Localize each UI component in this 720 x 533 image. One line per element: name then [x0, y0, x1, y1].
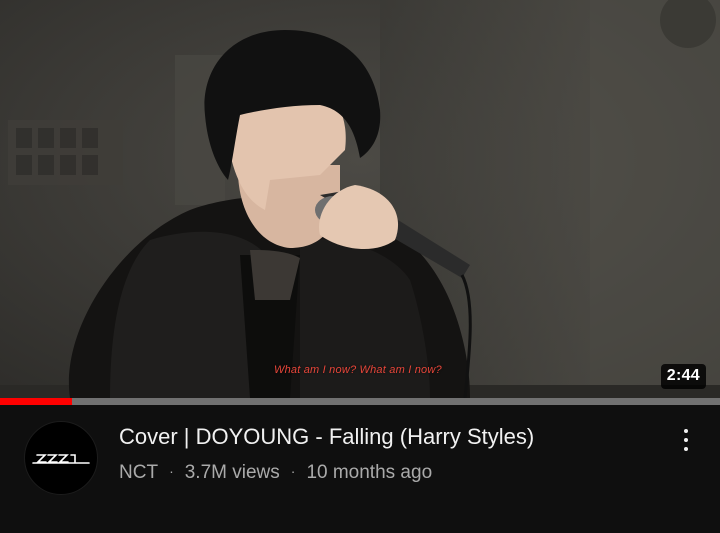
nct-2021-logo-icon — [32, 454, 90, 464]
upload-age: 10 months ago — [306, 462, 433, 483]
thumbnail-image — [0, 0, 720, 398]
meta-separator: · — [290, 463, 296, 479]
meta-separator: · — [169, 463, 174, 479]
watch-progress-fill — [0, 398, 72, 405]
channel-avatar[interactable] — [24, 421, 98, 495]
channel-name[interactable]: NCT — [119, 462, 158, 483]
watch-progress-bar[interactable] — [0, 398, 720, 405]
video-title[interactable]: Cover | DOYOUNG - Falling (Harry Styles) — [119, 423, 649, 451]
view-count: 3.7M views — [184, 462, 280, 483]
video-thumbnail[interactable]: What am I now? What am I now? 2:44 — [0, 0, 720, 398]
video-info: Cover | DOYOUNG - Falling (Harry Styles)… — [0, 405, 720, 533]
video-subtitle: What am I now? What am I now? — [274, 364, 442, 376]
more-vert-icon[interactable] — [669, 423, 703, 457]
video-meta: NCT · 3.7M views · 10 months ago — [119, 461, 432, 485]
duration-badge: 2:44 — [660, 364, 706, 389]
